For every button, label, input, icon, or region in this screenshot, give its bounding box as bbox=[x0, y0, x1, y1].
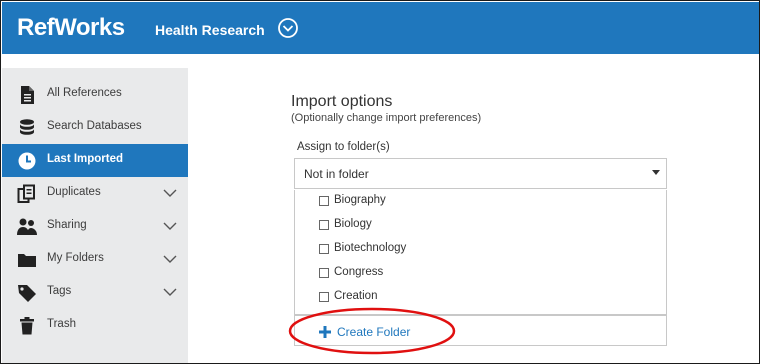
folder-checkbox[interactable] bbox=[319, 196, 329, 206]
folder-checkbox[interactable] bbox=[319, 244, 329, 254]
sidebar-item-label: My Folders bbox=[47, 252, 104, 264]
sidebar-item-label: Duplicates bbox=[47, 186, 101, 198]
database-icon bbox=[20, 119, 34, 135]
folder-option-label: Biology bbox=[334, 218, 372, 230]
plus-icon bbox=[319, 326, 331, 338]
sidebar-item-label: Search Databases bbox=[47, 120, 142, 132]
clock-icon bbox=[18, 152, 36, 170]
sidebar-item-label: Last Imported bbox=[47, 153, 124, 165]
chevron-down-icon[interactable] bbox=[162, 286, 178, 298]
sidebar-item-my-folders[interactable]: My Folders bbox=[2, 243, 188, 276]
sidebar-item-label: All References bbox=[47, 87, 122, 99]
folder-select[interactable]: Not in folder bbox=[294, 158, 667, 189]
folder-checkbox[interactable] bbox=[319, 220, 329, 230]
folder-select-value: Not in folder bbox=[304, 167, 369, 181]
page-title: Import options bbox=[291, 93, 393, 110]
chevron-down-icon[interactable] bbox=[162, 253, 178, 265]
assign-folder-label: Assign to folder(s) bbox=[297, 141, 390, 153]
document-icon bbox=[21, 86, 34, 104]
sidebar-item-all-references[interactable]: All References bbox=[2, 78, 188, 111]
folder-icon bbox=[18, 254, 36, 267]
create-folder-button[interactable]: Create Folder bbox=[294, 315, 667, 346]
trash-icon bbox=[20, 317, 34, 335]
folder-list: Biography Biology Biotechnology Congress… bbox=[294, 190, 667, 315]
import-options-panel: Import options (Optionally change import… bbox=[188, 54, 759, 363]
top-bar: RefWorks Health Research bbox=[2, 2, 759, 54]
folder-option-label: Biography bbox=[334, 194, 386, 206]
folder-option-label: Congress bbox=[334, 266, 384, 278]
duplicates-icon bbox=[17, 184, 35, 203]
folder-option-label: Creation bbox=[334, 290, 378, 302]
sidebar-item-last-imported[interactable]: Last Imported bbox=[2, 144, 188, 177]
people-icon bbox=[17, 218, 37, 235]
project-name[interactable]: Health Research bbox=[155, 22, 265, 38]
sidebar-item-label: Trash bbox=[47, 318, 76, 330]
sidebar-item-tags[interactable]: Tags bbox=[2, 276, 188, 309]
sidebar-item-trash[interactable]: Trash bbox=[2, 309, 188, 342]
tag-icon bbox=[18, 285, 36, 302]
sidebar-item-label: Sharing bbox=[47, 219, 87, 231]
folder-checkbox[interactable] bbox=[319, 268, 329, 278]
chevron-down-icon[interactable] bbox=[162, 220, 178, 232]
sidebar-item-duplicates[interactable]: Duplicates bbox=[2, 177, 188, 210]
create-folder-label: Create Folder bbox=[337, 325, 411, 339]
sidebar-item-search-databases[interactable]: Search Databases bbox=[2, 111, 188, 144]
page-subtitle: (Optionally change import preferences) bbox=[291, 112, 482, 124]
sidebar: All References Search Databases Last Imp… bbox=[2, 68, 188, 363]
sidebar-item-label: Tags bbox=[47, 285, 72, 297]
app-logo[interactable]: RefWorks bbox=[17, 14, 125, 42]
app-window: RefWorks Health Research All References bbox=[0, 0, 760, 364]
folder-option-label: Biotechnology bbox=[334, 242, 407, 254]
project-chevron-icon[interactable] bbox=[277, 17, 299, 39]
folder-checkbox[interactable] bbox=[319, 292, 329, 302]
sidebar-item-sharing[interactable]: Sharing bbox=[2, 210, 188, 243]
caret-down-icon[interactable] bbox=[652, 170, 660, 175]
chevron-down-icon[interactable] bbox=[162, 187, 178, 199]
